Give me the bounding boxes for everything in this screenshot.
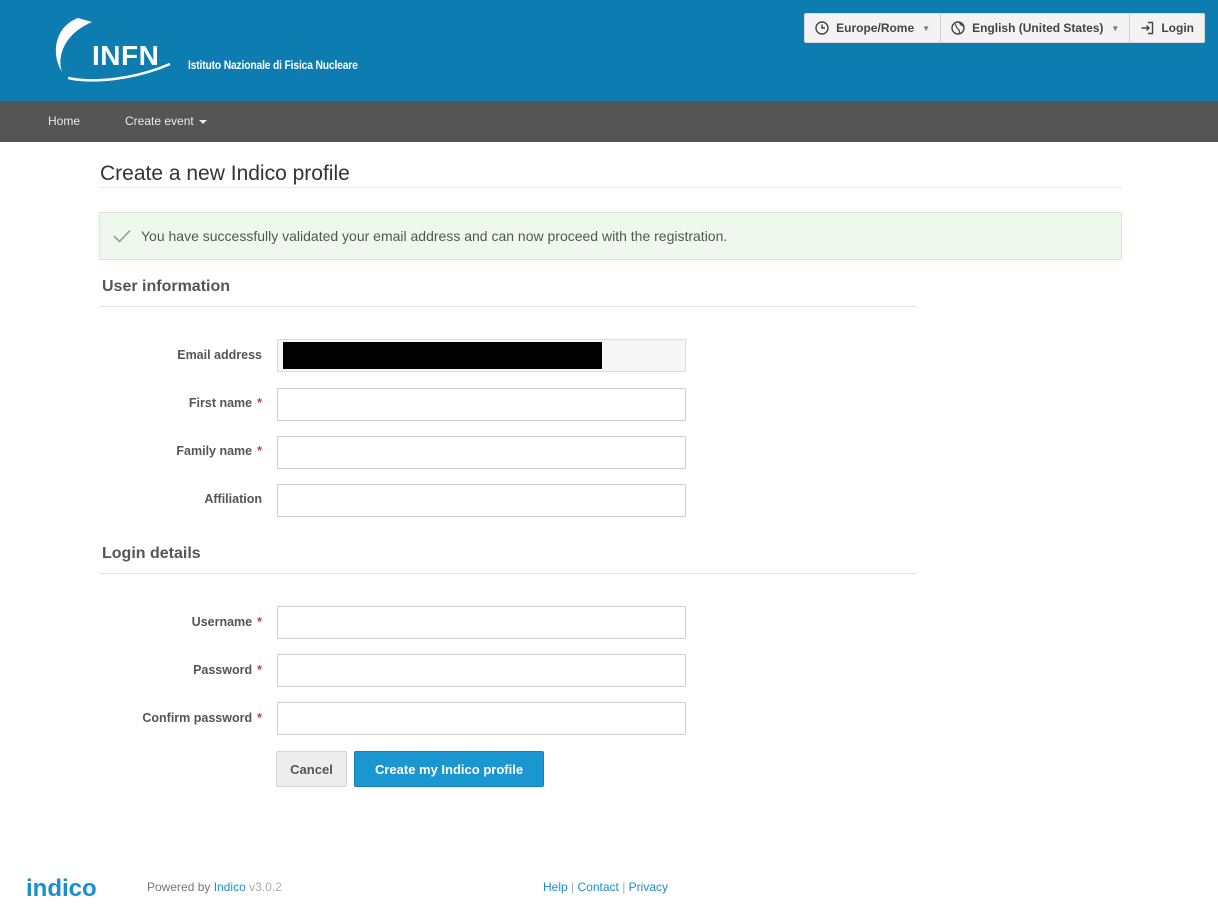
institution-name: Istituto Nazionale di Fisica Nucleare bbox=[188, 58, 358, 72]
powered-by: Powered by Indico v3.0.2 bbox=[147, 880, 282, 894]
checkmark-icon bbox=[113, 229, 131, 243]
site-header: INFN Istituto Nazionale di Fisica Nuclea… bbox=[0, 0, 1218, 101]
redacted-email bbox=[283, 342, 602, 369]
password-label-text: Password bbox=[193, 663, 253, 677]
success-alert: You have successfully validated your ema… bbox=[99, 212, 1122, 260]
required-asterisk: * bbox=[257, 663, 262, 677]
password-label: Password * bbox=[0, 663, 262, 677]
first-name-field[interactable] bbox=[277, 388, 686, 421]
required-asterisk: * bbox=[257, 396, 262, 410]
page-title: Create a new Indico profile bbox=[100, 162, 350, 185]
confirm-password-label: Confirm password * bbox=[0, 711, 262, 725]
indico-logo[interactable]: indico bbox=[26, 870, 112, 906]
help-link[interactable]: Help bbox=[543, 880, 568, 894]
email-label-text: Email address bbox=[177, 348, 262, 362]
nav-home[interactable]: Home bbox=[48, 101, 80, 142]
user-info-heading: User information bbox=[102, 278, 231, 295]
required-asterisk: * bbox=[257, 444, 262, 458]
login-label: Login bbox=[1161, 21, 1194, 35]
caret-down-icon: ▼ bbox=[1111, 23, 1120, 33]
timezone-label: Europe/Rome bbox=[836, 21, 915, 35]
confirm-password-field[interactable] bbox=[277, 702, 686, 735]
create-profile-button[interactable]: Create my Indico profile bbox=[354, 751, 544, 787]
affiliation-label: Affiliation bbox=[0, 492, 262, 506]
login-icon bbox=[1141, 21, 1154, 35]
section-divider bbox=[100, 573, 916, 574]
required-asterisk: * bbox=[257, 711, 262, 725]
indico-logo-text: indico bbox=[26, 875, 97, 902]
required-asterisk: * bbox=[257, 615, 262, 629]
username-label: Username * bbox=[0, 615, 262, 629]
nav-create-event[interactable]: Create event bbox=[125, 101, 207, 142]
main-nav: Home Create event bbox=[0, 101, 1218, 142]
family-name-field[interactable] bbox=[277, 436, 686, 469]
cancel-button[interactable]: Cancel bbox=[276, 751, 347, 787]
family-name-label-text: Family name bbox=[176, 444, 253, 458]
clock-icon bbox=[815, 21, 829, 35]
logo-text: INFN bbox=[92, 40, 160, 71]
first-name-label-text: First name bbox=[188, 396, 253, 410]
globe-icon bbox=[951, 21, 965, 35]
version-text: v3.0.2 bbox=[249, 880, 282, 894]
section-divider bbox=[100, 306, 916, 307]
link-separator: | bbox=[622, 880, 626, 894]
title-divider bbox=[100, 187, 1122, 188]
alert-message: You have successfully validated your ema… bbox=[141, 228, 728, 244]
language-label: English (United States) bbox=[972, 21, 1104, 35]
username-field[interactable] bbox=[277, 606, 686, 639]
login-details-heading: Login details bbox=[102, 545, 201, 562]
password-field[interactable] bbox=[277, 654, 686, 687]
session-bar: Europe/Rome ▼ English (United States) ▼ … bbox=[804, 13, 1205, 43]
affiliation-field[interactable] bbox=[277, 484, 686, 517]
privacy-link[interactable]: Privacy bbox=[629, 880, 668, 894]
language-selector[interactable]: English (United States) ▼ bbox=[941, 14, 1131, 42]
email-label: Email address bbox=[0, 348, 262, 362]
timezone-selector[interactable]: Europe/Rome ▼ bbox=[805, 14, 942, 42]
family-name-label: Family name * bbox=[0, 444, 262, 458]
contact-link[interactable]: Contact bbox=[578, 880, 619, 894]
caret-down-icon bbox=[198, 119, 207, 124]
indico-link[interactable]: Indico bbox=[214, 880, 246, 894]
powered-by-text: Powered by bbox=[147, 880, 211, 894]
username-label-text: Username bbox=[191, 615, 253, 629]
login-link[interactable]: Login bbox=[1130, 14, 1204, 42]
nav-create-event-label: Create event bbox=[125, 114, 194, 128]
footer-links: Help | Contact | Privacy bbox=[543, 880, 668, 894]
first-name-label: First name * bbox=[0, 396, 262, 410]
caret-down-icon: ▼ bbox=[922, 23, 931, 33]
confirm-password-label-text: Confirm password bbox=[142, 711, 253, 725]
link-separator: | bbox=[571, 880, 575, 894]
affiliation-label-text: Affiliation bbox=[204, 492, 262, 506]
